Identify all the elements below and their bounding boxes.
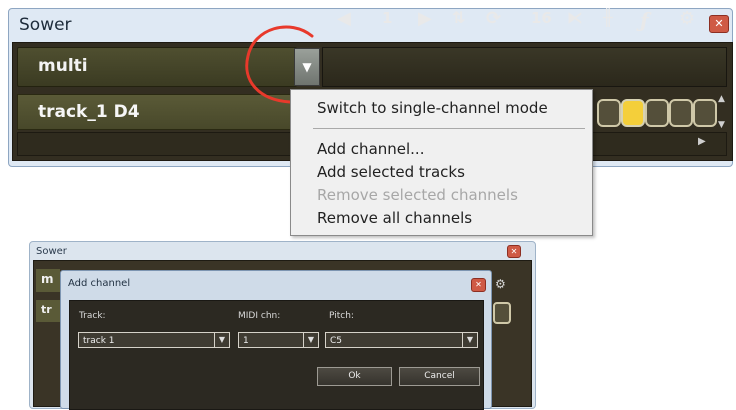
- step-cell[interactable]: [597, 99, 621, 127]
- step-cell[interactable]: [693, 99, 717, 127]
- mode-value: multi: [38, 56, 88, 76]
- shuffle-icon[interactable]: ⇅: [452, 8, 465, 27]
- scroll-up-icon[interactable]: ▲: [718, 94, 725, 104]
- step-cell-active[interactable]: [621, 99, 645, 127]
- menu-item-remove-all[interactable]: Remove all channels: [317, 209, 472, 227]
- scroll-right-icon[interactable]: ▶: [698, 136, 706, 147]
- close-icon[interactable]: ✕: [507, 245, 521, 258]
- steps-value: 16: [531, 9, 552, 27]
- mode-select[interactable]: m: [36, 269, 60, 292]
- menu-item-remove-selected: Remove selected channels: [317, 186, 518, 204]
- context-menu: Switch to single-channel mode Add channe…: [290, 89, 593, 236]
- track-fragment: tr: [41, 303, 52, 316]
- menu-separator: [313, 128, 585, 129]
- step-cell[interactable]: [493, 302, 511, 324]
- close-icon[interactable]: ✕: [709, 15, 729, 33]
- menu-item-add-selected-tracks[interactable]: Add selected tracks: [317, 163, 465, 181]
- window-title: Sower: [19, 15, 72, 35]
- gear-icon[interactable]: ⚙: [679, 8, 695, 29]
- track-label: track_1 D4: [38, 102, 140, 122]
- dialog-title: Add channel: [68, 278, 131, 289]
- menu-item-add-channel[interactable]: Add channel...: [317, 140, 424, 158]
- midi-channel-label: MIDI chn:: [238, 311, 281, 321]
- cancel-button[interactable]: Cancel: [399, 367, 480, 386]
- mixer-icon[interactable]: ╫: [603, 8, 613, 27]
- dialog-body: Track: MIDI chn: Pitch: track 1 ▼ 1 ▼ C5…: [69, 300, 484, 410]
- function-icon[interactable]: ƒ: [640, 8, 649, 32]
- midi-channel-select[interactable]: 1 ▼: [238, 332, 319, 348]
- track-field[interactable]: tr: [36, 300, 60, 322]
- menu-item-single-channel[interactable]: Switch to single-channel mode: [317, 99, 548, 117]
- transport-toolbar: [322, 47, 727, 87]
- refresh-icon[interactable]: ⟳: [486, 8, 501, 29]
- track-label: Track:: [79, 311, 106, 321]
- ok-button[interactable]: Ok: [317, 367, 392, 386]
- midi-channel-value: 1: [243, 336, 249, 346]
- close-icon[interactable]: ✕: [471, 278, 486, 292]
- chevron-down-icon[interactable]: ▼: [214, 333, 229, 347]
- position-value: 1: [382, 9, 393, 27]
- pitch-label: Pitch:: [329, 311, 354, 321]
- pitch-value: C5: [330, 336, 343, 346]
- scroll-down-icon[interactable]: ▼: [718, 120, 725, 130]
- arrow-right-icon[interactable]: ▶: [418, 8, 432, 29]
- add-channel-dialog: Add channel ✕ Track: MIDI chn: Pitch: tr…: [60, 270, 492, 410]
- track-select-value: track 1: [83, 336, 115, 346]
- mode-fragment: m: [41, 272, 54, 286]
- arrow-left-icon[interactable]: ◀: [337, 8, 351, 29]
- gear-icon[interactable]: ⚙: [495, 277, 506, 291]
- pitch-select[interactable]: C5 ▼: [325, 332, 478, 348]
- step-cell[interactable]: [669, 99, 693, 127]
- mirror-icon[interactable]: ⧔: [567, 8, 583, 27]
- chevron-down-icon[interactable]: ▼: [303, 333, 318, 347]
- window-title: Sower: [36, 246, 67, 257]
- chevron-down-icon[interactable]: ▼: [462, 333, 477, 347]
- step-cell[interactable]: [645, 99, 669, 127]
- track-select[interactable]: track 1 ▼: [78, 332, 230, 348]
